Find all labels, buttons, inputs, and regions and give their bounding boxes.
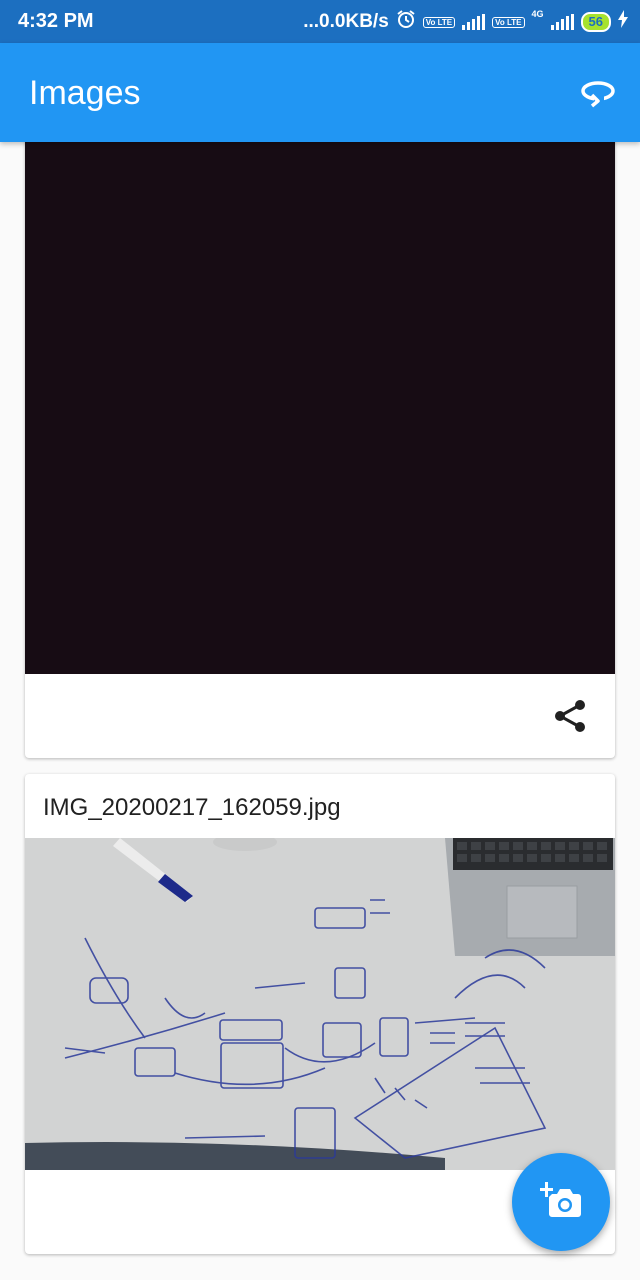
app-bar: Images [0,43,640,142]
whiteboard-photo[interactable] [25,838,615,1170]
status-icons: ...0.0KB/s Vo LTE Vo LTE 4G 56 [303,9,628,35]
dark-photo[interactable] [25,110,615,674]
alarm-icon [396,9,416,35]
volte-icon: Vo LTE [422,16,456,28]
volte-icon-2: Vo LTE [492,16,525,28]
battery-icon: 56 [580,12,611,32]
image-card [25,110,615,758]
network-speed: ...0.0KB/s [303,11,389,32]
rotate-icon[interactable] [578,77,618,109]
add-a-photo-icon [540,1180,582,1225]
signal-icon-2 [550,14,574,30]
page-title: Images [29,74,141,112]
network-type: 4G [531,9,544,19]
status-bar: 4:32 PM ...0.0KB/s Vo LTE Vo LTE 4G 56 [0,0,640,43]
file-name: IMG_20200217_162059.jpg [43,794,341,821]
status-time: 4:32 PM [18,10,94,32]
add-photo-button[interactable] [512,1153,610,1251]
charging-icon [618,10,628,34]
signal-icon [462,14,486,30]
share-icon[interactable] [551,696,591,736]
